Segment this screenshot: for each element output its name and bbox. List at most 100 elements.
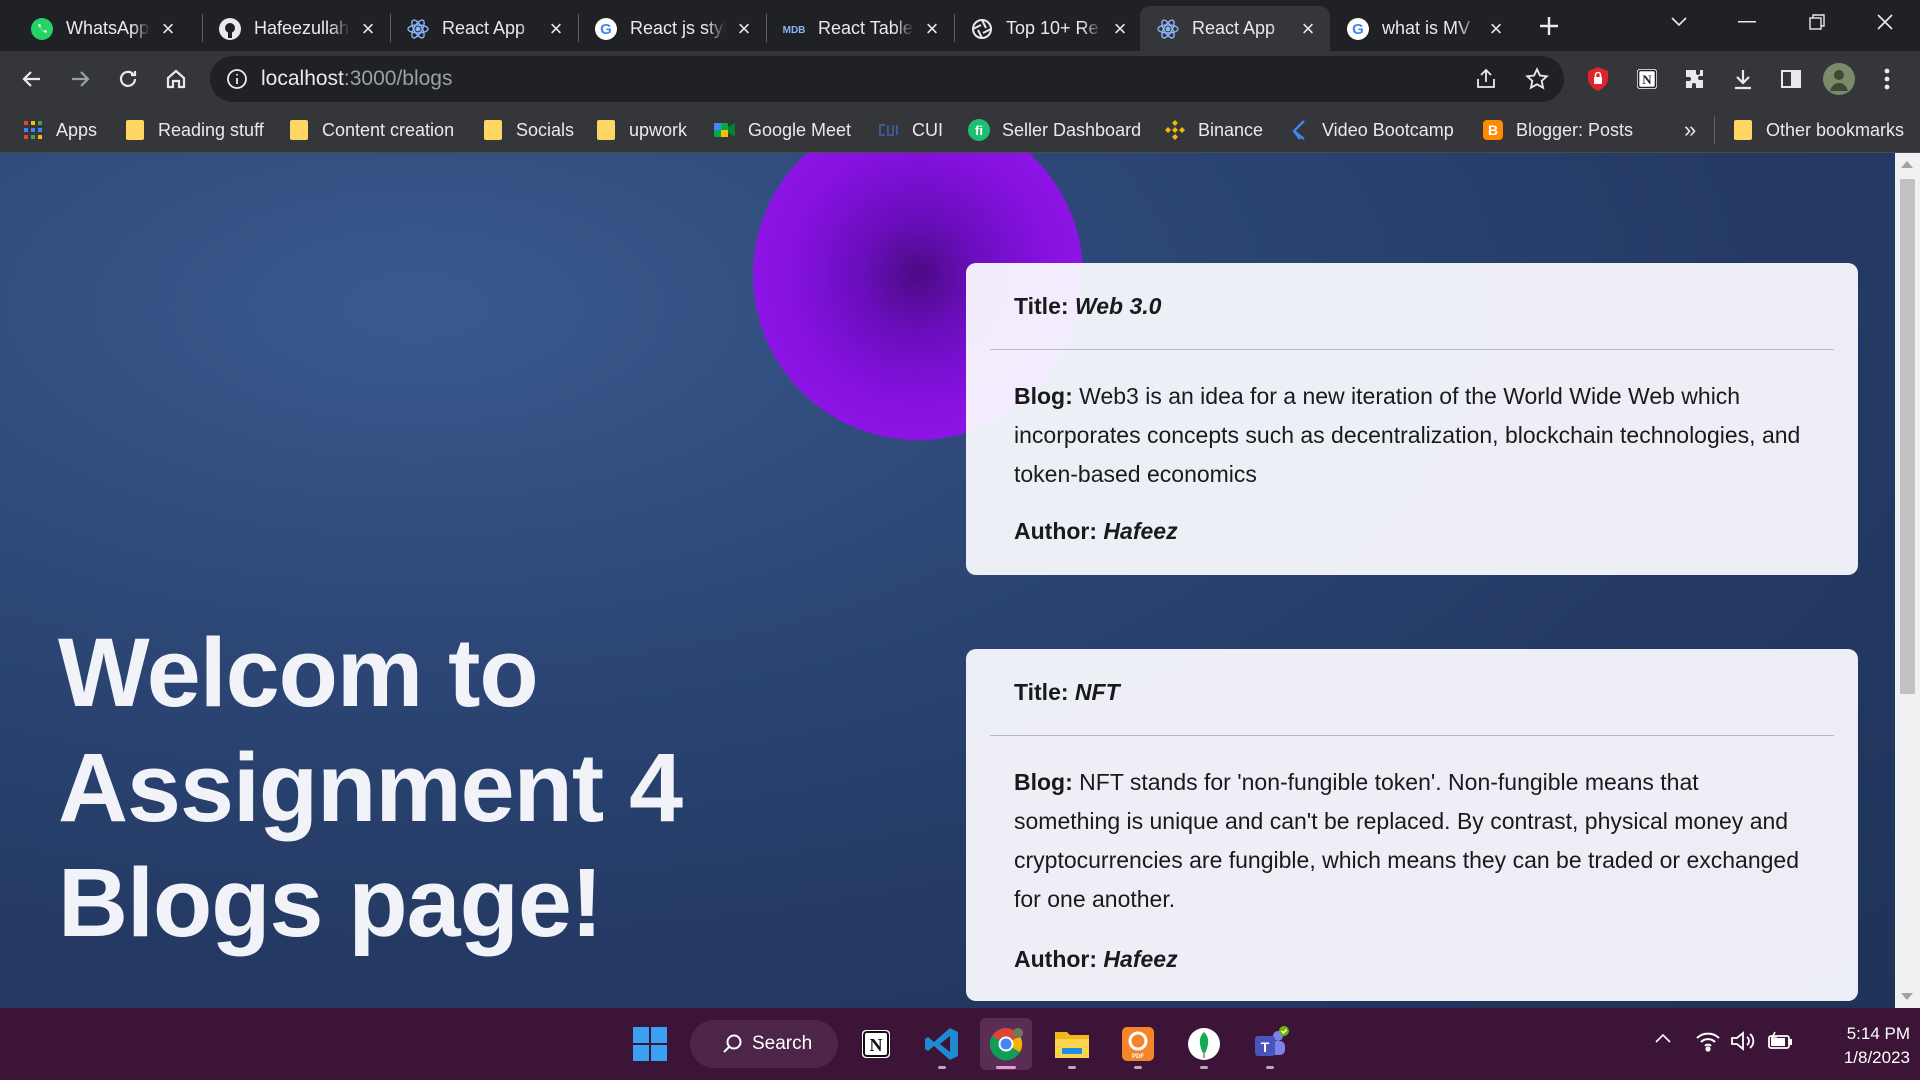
- volume-icon[interactable]: [1730, 1030, 1756, 1052]
- blog-label: Blog:: [1014, 383, 1073, 409]
- scroll-thumb[interactable]: [1900, 179, 1915, 694]
- close-icon[interactable]: ×: [1484, 17, 1508, 41]
- bookmark-label: Reading stuff: [158, 119, 264, 140]
- close-icon[interactable]: ×: [544, 17, 568, 41]
- close-icon[interactable]: ×: [156, 17, 180, 41]
- bookmarks-bar: Apps Reading stuff Content creation Soci…: [0, 108, 1920, 153]
- blog-text: NFT stands for 'non-fungible token'. Non…: [1014, 769, 1800, 912]
- teams-app-icon[interactable]: T: [1244, 1018, 1296, 1070]
- tab-what-is-mvc[interactable]: G what is MV ×: [1330, 6, 1518, 51]
- tab-title: React js styl: [630, 18, 726, 38]
- bootcamp-icon: [1288, 119, 1310, 141]
- tab-react-app-1[interactable]: React App ×: [390, 6, 578, 51]
- search-icon: [722, 1033, 744, 1055]
- close-icon[interactable]: ×: [920, 17, 944, 41]
- running-indicator: [1134, 1066, 1142, 1069]
- bookmark-cui[interactable]: CUI: [878, 108, 943, 152]
- mongodb-compass-app-icon[interactable]: [1178, 1018, 1230, 1070]
- bookmark-video-bootcamp[interactable]: Video Bootcamp: [1288, 108, 1454, 152]
- tab-top-10[interactable]: Top 10+ Re ×: [954, 6, 1142, 51]
- mdb-icon: MDB: [782, 17, 806, 41]
- title-label: Title:: [1014, 293, 1069, 319]
- url-text[interactable]: localhost:3000/blogs: [261, 67, 452, 91]
- card-divider: [990, 349, 1834, 350]
- close-window-button[interactable]: [1850, 0, 1920, 44]
- notion-app-icon[interactable]: N: [850, 1018, 902, 1070]
- minimize-button[interactable]: [1712, 0, 1782, 44]
- running-indicator: [938, 1066, 946, 1069]
- bookmark-apps[interactable]: Apps: [22, 108, 97, 152]
- notion-extension-icon[interactable]: N: [1627, 59, 1667, 99]
- wifi-icon[interactable]: [1695, 1030, 1721, 1052]
- close-icon[interactable]: ×: [1296, 17, 1320, 41]
- bookmark-label: upwork: [629, 119, 688, 140]
- tab-react-table[interactable]: MDB React Table ×: [766, 6, 954, 51]
- bookmark-socials[interactable]: Socials: [482, 108, 574, 152]
- file-explorer-app-icon[interactable]: [1046, 1018, 1098, 1070]
- blog-title-row: Title: Web 3.0: [1014, 293, 1161, 320]
- profile-avatar[interactable]: [1819, 59, 1859, 99]
- bookmark-google-meet[interactable]: Google Meet: [714, 108, 851, 152]
- page-scrollbar[interactable]: [1895, 153, 1920, 1008]
- restore-button[interactable]: [1782, 0, 1852, 44]
- vscode-app-icon[interactable]: [916, 1018, 968, 1070]
- bookmark-blogger-posts[interactable]: B Blogger: Posts: [1482, 108, 1633, 152]
- reload-button[interactable]: [108, 59, 148, 99]
- start-button[interactable]: [624, 1018, 676, 1070]
- puzzle-extensions-icon[interactable]: [1675, 59, 1715, 99]
- menu-kebab-icon[interactable]: [1867, 59, 1907, 99]
- bookmark-label: Other bookmarks: [1766, 119, 1905, 140]
- google-meet-icon: [714, 119, 736, 141]
- bookmark-seller-dashboard[interactable]: fi Seller Dashboard: [968, 108, 1141, 152]
- heading-line: Assignment 4: [58, 733, 683, 842]
- bookmark-binance[interactable]: Binance: [1164, 108, 1263, 152]
- tab-react-app-active[interactable]: React App ×: [1140, 6, 1330, 51]
- download-icon[interactable]: [1723, 59, 1763, 99]
- mdb-label: MDB: [783, 25, 806, 36]
- scroll-down-arrow[interactable]: [1901, 993, 1913, 1000]
- blog-title: NFT: [1074, 679, 1120, 705]
- home-button[interactable]: [156, 59, 196, 99]
- side-panel-icon[interactable]: [1771, 59, 1811, 99]
- author-label: Author:: [1014, 946, 1098, 972]
- site-info-icon[interactable]: [226, 68, 248, 95]
- tab-whatsapp[interactable]: WhatsApp ×: [14, 6, 190, 51]
- chrome-app-icon[interactable]: [980, 1018, 1032, 1070]
- adblock-extension-icon[interactable]: [1578, 59, 1618, 99]
- react-icon: [406, 17, 430, 41]
- new-tab-button[interactable]: [1514, 4, 1584, 48]
- battery-charging-icon[interactable]: [1766, 1030, 1794, 1052]
- tab-react-styling[interactable]: G React js styl ×: [578, 6, 766, 51]
- chevron-up-icon[interactable]: [1654, 1032, 1672, 1044]
- pdf-app-icon[interactable]: PDF: [1112, 1018, 1164, 1070]
- search-label: Search: [752, 1033, 813, 1054]
- scroll-up-arrow[interactable]: [1901, 161, 1913, 168]
- back-button[interactable]: [12, 59, 52, 99]
- svg-text:N: N: [1642, 72, 1652, 87]
- address-bar[interactable]: localhost:3000/blogs: [210, 56, 1564, 102]
- blog-author-row: Author: Hafeez: [1014, 946, 1178, 973]
- bookmark-label: Socials: [516, 119, 575, 140]
- bookmark-upwork[interactable]: upwork: [595, 108, 687, 152]
- tab-github[interactable]: Hafeezullah ×: [202, 6, 390, 51]
- react-icon: [1156, 17, 1180, 41]
- tab-search-button[interactable]: [1644, 0, 1714, 44]
- close-icon[interactable]: ×: [356, 17, 380, 41]
- active-indicator: [996, 1066, 1016, 1069]
- svg-text:N: N: [870, 1035, 883, 1055]
- bookmark-star-icon[interactable]: [1524, 66, 1550, 97]
- bookmarks-overflow-button[interactable]: »: [1684, 108, 1696, 152]
- close-icon[interactable]: ×: [1108, 17, 1132, 41]
- close-icon[interactable]: ×: [732, 17, 756, 41]
- taskbar-search[interactable]: Search: [690, 1020, 838, 1068]
- bookmark-reading-stuff[interactable]: Reading stuff: [124, 108, 264, 152]
- bookmark-content-creation[interactable]: Content creation: [288, 108, 454, 152]
- share-icon[interactable]: [1474, 67, 1498, 96]
- page-content: Welcom to Assignment 4 Blogs page! Title…: [0, 153, 1895, 1008]
- folder-icon: [288, 119, 310, 141]
- cui-icon: [878, 119, 900, 141]
- bookmark-other-bookmarks[interactable]: Other bookmarks: [1732, 108, 1904, 152]
- forward-button[interactable]: [60, 59, 100, 99]
- url-path: :3000/blogs: [343, 67, 453, 90]
- system-clock[interactable]: 5:14 PM 1/8/2023: [1810, 1022, 1910, 1070]
